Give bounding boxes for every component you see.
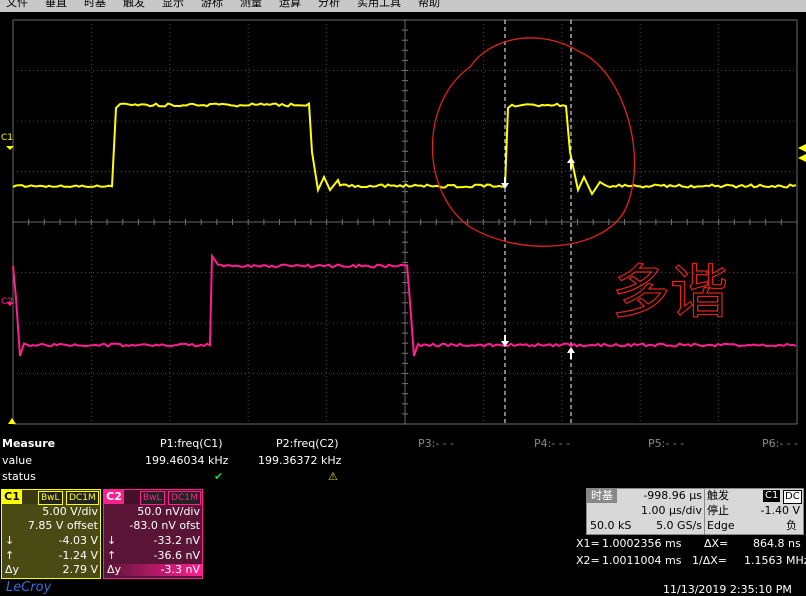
param-p3-name[interactable]: P3:- - - xyxy=(418,437,454,450)
ch1-descriptor[interactable]: C1 BwL DC1M 5.00 V/div 7.85 V offset ↓ -4… xyxy=(1,489,101,579)
param-p1-value: 199.46034 kHz xyxy=(145,454,228,467)
ch2-cursor2-label: ↑ xyxy=(107,550,116,562)
measure-header-row: Measure P1:freq(C1) P2:freq(C2) P3:- - -… xyxy=(0,437,806,452)
hand-drawn-circle xyxy=(433,38,635,246)
ch2-bw-badge: BwL xyxy=(140,491,165,505)
ch2-delta-value: -3.3 nV xyxy=(161,564,200,576)
cursor-dx-value: 864.8 ns xyxy=(753,537,801,550)
grid xyxy=(13,20,797,424)
date-time: 11/13/2019 2:35:10 PM xyxy=(663,583,792,596)
ch2-delta-label: Δy xyxy=(107,564,121,576)
ch1-coupling-badge: DC1M xyxy=(66,491,99,505)
param-p2-name[interactable]: P2:freq(C2) xyxy=(276,437,339,450)
trace-c1-label: C1 xyxy=(1,133,13,143)
measure-value-row: value 199.46034 kHz 199.36372 kHz xyxy=(0,454,806,469)
menu-item-10[interactable]: 帮助 xyxy=(412,0,451,9)
trigger-level-marker-2 xyxy=(798,154,806,162)
trigger-time-marker xyxy=(8,418,16,424)
menu-bar: 文件 垂直 时基 触发 显示 游标 测量 运算 分析 实用工具 帮助 xyxy=(0,0,806,12)
cursor-x1-value: 1.0002356 ms xyxy=(602,537,681,550)
ch2-vdiv: 50.0 nV/div xyxy=(137,506,200,518)
lecroy-logo: LeCroy xyxy=(6,580,51,595)
trigger-level: -1.40 V xyxy=(761,504,800,518)
ch1-cursor1-label: ↓ xyxy=(5,535,14,547)
trigger-level-marker xyxy=(798,144,806,152)
param-p2-value: 199.36372 kHz xyxy=(258,454,341,467)
ch1-delta-label: Δy xyxy=(5,564,19,576)
menu-item-7[interactable]: 运算 xyxy=(273,0,312,9)
menu-item-6[interactable]: 测量 xyxy=(234,0,273,9)
menu-item-0[interactable]: 文件 xyxy=(0,0,39,9)
ch1-cursor2-label: ↑ xyxy=(5,550,14,562)
timebase-label: 时基 xyxy=(587,489,617,503)
value-row-label: value xyxy=(2,454,32,467)
trigger-type: Edge xyxy=(707,519,735,533)
trigger-source: C1 xyxy=(763,490,780,502)
cursor-inv-dx-value: 1.1563 MHz xyxy=(744,554,806,567)
ch2-coupling-badge: DC1M xyxy=(168,491,201,505)
cursor-dx-label: ΔX= xyxy=(704,537,728,550)
ch2-offset: -83.0 nV ofst xyxy=(129,520,200,532)
ch1-vdiv: 5.00 V/div xyxy=(42,506,98,518)
timebase-samples: 50.0 kS xyxy=(590,519,631,533)
ch1-offset: 7.85 V offset xyxy=(28,520,98,532)
timebase-descriptor[interactable]: 时基 -998.96 μs 1.00 μs/div 50.0 kS 5.0 GS… xyxy=(586,488,705,535)
param-p1-name[interactable]: P1:freq(C1) xyxy=(160,437,223,450)
cursor-arrows xyxy=(501,157,575,359)
param-p5-name[interactable]: P5:- - - xyxy=(648,437,684,450)
menu-item-5[interactable]: 游标 xyxy=(195,0,234,9)
cursor-x2-label: X2= xyxy=(576,554,600,567)
ch1-tag: C1 xyxy=(2,490,22,504)
param-p1-status-icon: ✔ xyxy=(214,470,223,483)
menu-item-8[interactable]: 分析 xyxy=(312,0,351,9)
param-p4-name[interactable]: P4:- - - xyxy=(534,437,570,450)
cursor-inv-dx-label: 1/ΔX= xyxy=(692,554,727,567)
ch2-tag: C2 xyxy=(104,490,124,504)
menu-item-1[interactable]: 垂直 xyxy=(39,0,78,9)
cursor-x1-label: X1= xyxy=(576,537,600,550)
trigger-descriptor[interactable]: 触发 C1 DC 停止 -1.40 V Edge 负 xyxy=(704,488,804,535)
ch1-cursor1-value: -4.03 V xyxy=(59,535,98,547)
hand-annotation-text: 多谐 xyxy=(612,258,728,326)
ch1-cursor2-value: -1.24 V xyxy=(59,550,98,562)
ch2-cursor1-value: -33.2 nV xyxy=(154,535,200,547)
param-p2-status-icon: ⚠ xyxy=(328,470,338,483)
ch1-bw-badge: BwL xyxy=(38,491,63,505)
ch2-descriptor[interactable]: C2 BwL DC1M 50.0 nV/div -83.0 nV ofst ↓ -… xyxy=(103,489,203,579)
timebase-tdiv: 1.00 μs/div xyxy=(641,504,702,518)
trigger-coupling: DC xyxy=(783,490,802,504)
menu-item-4[interactable]: 显示 xyxy=(156,0,195,9)
measure-panel: Measure P1:freq(C1) P2:freq(C2) P3:- - -… xyxy=(0,437,806,487)
menu-item-9[interactable]: 实用工具 xyxy=(351,0,412,9)
timebase-rate: 5.0 GS/s xyxy=(656,519,702,533)
ch2-cursor1-label: ↓ xyxy=(107,535,116,547)
ch1-delta-value: 2.79 V xyxy=(62,564,98,576)
ch2-cursor2-value: -36.6 nV xyxy=(154,550,200,562)
waveform-display: C1 C2 多谐 xyxy=(0,12,806,426)
trigger-label: 触发 xyxy=(707,489,729,503)
trigger-mode: 停止 xyxy=(707,504,729,518)
measure-status-row: status ✔ ⚠ xyxy=(0,470,806,485)
timebase-delay: -998.96 μs xyxy=(643,489,702,503)
status-row-label: status xyxy=(2,470,36,483)
menu-item-2[interactable]: 时基 xyxy=(78,0,117,9)
param-p6-name[interactable]: P6:- - - xyxy=(762,437,798,450)
trigger-slope: 负 xyxy=(786,519,797,533)
menu-item-3[interactable]: 触发 xyxy=(117,0,156,9)
cursor-x2-value: 1.0011004 ms xyxy=(602,554,681,567)
measure-title: Measure xyxy=(2,437,55,450)
